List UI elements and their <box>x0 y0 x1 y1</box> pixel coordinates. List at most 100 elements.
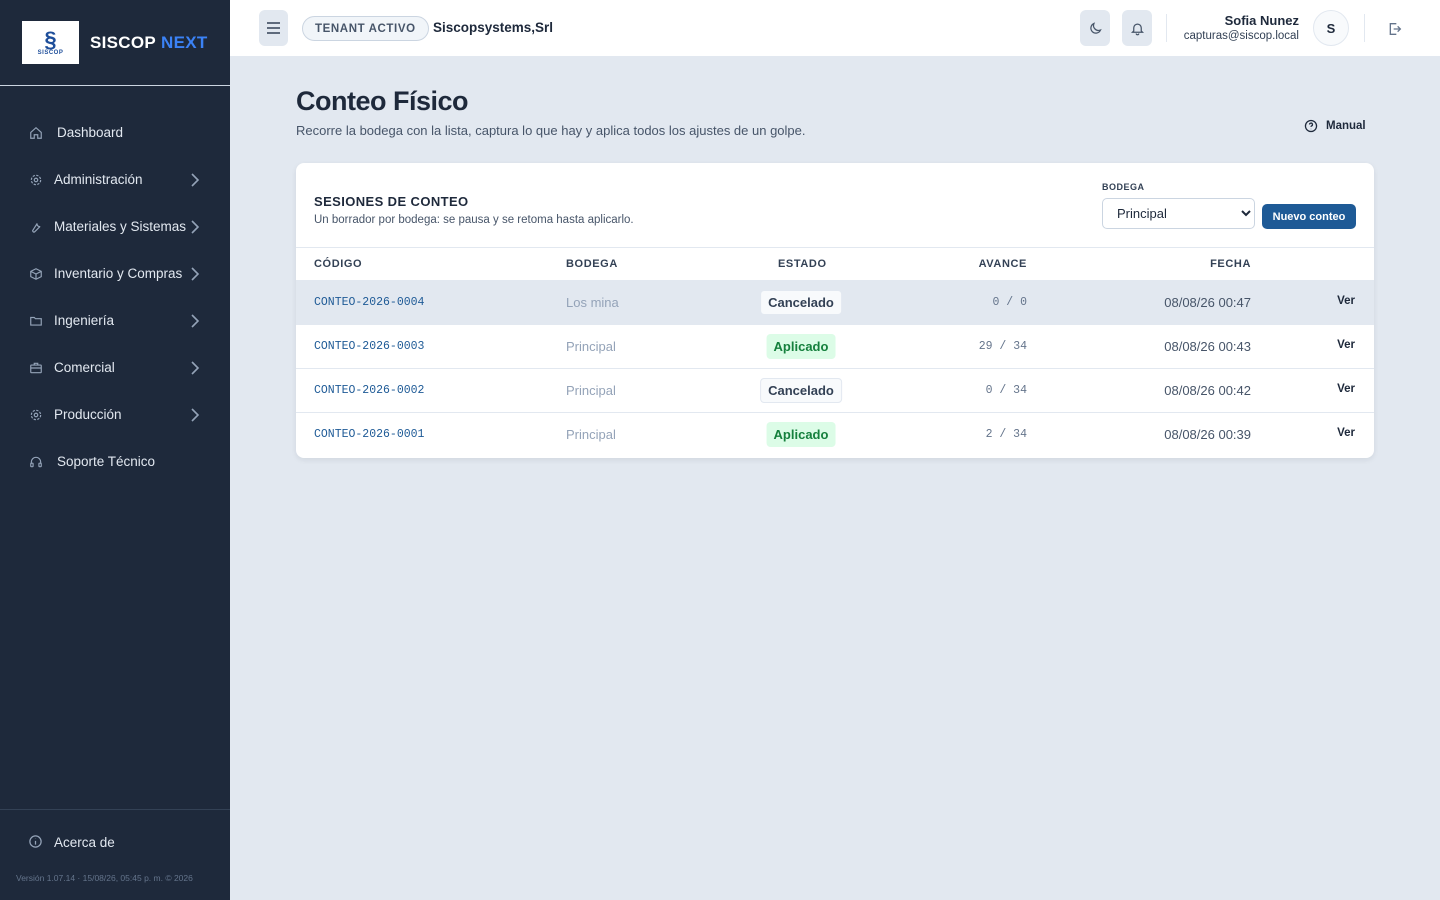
manual-button[interactable]: Manual <box>1304 119 1366 133</box>
column-header-bodega[interactable]: BODEGA <box>566 258 618 270</box>
session-code-link[interactable]: CONTEO-2026-0001 <box>314 428 424 441</box>
page-subtitle: Recorre la bodega con la lista, captura … <box>296 123 806 138</box>
sidebar-item-materiales[interactable]: Materiales y Sistemas <box>0 203 230 250</box>
sidebar-item-label: Soporte Técnico <box>57 454 156 469</box>
sessions-table-body: CONTEO-2026-0004 Los mina Cancelado 0 / … <box>296 281 1374 457</box>
info-icon <box>28 834 44 850</box>
tenant-badge: TENANT ACTIVO <box>302 16 429 41</box>
sidebar-nav: Dashboard Administración Materiales y Si… <box>0 86 230 485</box>
page-title: Conteo Físico <box>296 86 469 116</box>
avatar[interactable]: S <box>1313 10 1349 46</box>
bodega-filter-label: BODEGA <box>1102 182 1145 192</box>
cell-bodega: Principal <box>566 427 616 442</box>
divider <box>1166 14 1167 42</box>
column-header-avance[interactable]: AVANCE <box>979 258 1027 270</box>
brand-name-main: SISCOP <box>90 32 157 52</box>
user-name: Sofia Nunez <box>1224 13 1299 28</box>
table-row[interactable]: CONTEO-2026-0001 Principal Aplicado 2 / … <box>296 413 1374 457</box>
sidebar-item-label: Dashboard <box>57 125 124 140</box>
cell-fecha: 08/08/26 00:42 <box>1164 383 1251 398</box>
chevron-right-icon <box>191 408 200 422</box>
column-header-code[interactable]: CÓDIGO <box>314 258 362 270</box>
box-icon <box>28 266 44 282</box>
session-code-link[interactable]: CONTEO-2026-0003 <box>314 340 424 353</box>
cell-fecha: 08/08/26 00:39 <box>1164 427 1251 442</box>
table-row[interactable]: CONTEO-2026-0003 Principal Aplicado 29 /… <box>296 325 1374 369</box>
cell-bodega: Los mina <box>566 295 619 310</box>
sessions-card: SESIONES DE CONTEO Un borrador por bodeg… <box>296 163 1374 458</box>
column-header-estado[interactable]: ESTADO <box>778 258 827 270</box>
company-logo: § SISCOP <box>22 21 79 64</box>
tenant-name: Siscopsystems,Srl <box>433 20 554 35</box>
headset-icon <box>28 454 44 470</box>
chevron-right-icon <box>191 314 200 328</box>
sidebar-item-ingenieria[interactable]: Ingeniería <box>0 297 230 344</box>
view-link[interactable]: Ver <box>1337 339 1355 351</box>
gear-icon <box>28 407 44 423</box>
sidebar-item-about[interactable]: Acerca de <box>0 834 230 850</box>
status-badge: Aplicado <box>766 422 836 447</box>
cell-avance: 0 / 0 <box>992 296 1027 309</box>
column-header-fecha[interactable]: FECHA <box>1210 258 1251 270</box>
sidebar-item-label: Comercial <box>54 360 115 375</box>
table-row[interactable]: CONTEO-2026-0004 Los mina Cancelado 0 / … <box>296 281 1374 325</box>
logout-icon <box>1389 23 1402 35</box>
status-badge: Cancelado <box>760 290 842 315</box>
sidebar-item-label: Inventario y Compras <box>54 266 183 281</box>
sidebar-footer: Acerca de Versión 1.07.14 · 15/08/26, 05… <box>0 809 230 900</box>
brand[interactable]: § SISCOP SISCOP NEXT <box>0 0 230 86</box>
hamburger-icon <box>267 22 280 34</box>
cell-avance: 29 / 34 <box>978 340 1027 353</box>
sidebar-item-label: Materiales y Sistemas <box>54 219 187 234</box>
moon-icon <box>1089 21 1102 34</box>
session-code-link[interactable]: CONTEO-2026-0002 <box>314 384 424 397</box>
logout-button[interactable] <box>1384 18 1406 40</box>
status-badge: Aplicado <box>766 334 836 359</box>
wrench-icon <box>28 219 44 235</box>
bell-icon <box>1130 23 1144 35</box>
version-text: Versión 1.07.14 · 15/08/26, 05:45 p. m. … <box>16 873 193 883</box>
view-link[interactable]: Ver <box>1337 383 1355 395</box>
manual-label: Manual <box>1326 120 1366 132</box>
brand-name: SISCOP NEXT <box>90 33 208 53</box>
sidebar-item-label: Producción <box>54 407 122 422</box>
logo-text: SISCOP <box>37 49 64 56</box>
sidebar-item-soporte[interactable]: Soporte Técnico <box>0 438 230 485</box>
topbar: TENANT ACTIVO Siscopsystems,Srl Sofia Nu… <box>230 0 1440 57</box>
sidebar-item-produccion[interactable]: Producción <box>0 391 230 438</box>
session-code-link[interactable]: CONTEO-2026-0004 <box>314 296 424 309</box>
view-link[interactable]: Ver <box>1337 295 1355 307</box>
user-info: Sofia Nunez capturas@siscop.local <box>1184 13 1299 42</box>
user-email: capturas@siscop.local <box>1183 30 1299 42</box>
sessions-subtitle: Un borrador por bodega: se pausa y se re… <box>314 214 634 226</box>
menu-toggle-button[interactable] <box>259 10 288 46</box>
view-link[interactable]: Ver <box>1337 427 1355 439</box>
table-row[interactable]: CONTEO-2026-0002 Principal Cancelado 0 /… <box>296 369 1374 413</box>
notifications-button[interactable] <box>1122 10 1152 46</box>
cell-fecha: 08/08/26 00:47 <box>1164 295 1251 310</box>
gear-icon <box>28 172 44 188</box>
sidebar-item-inventario[interactable]: Inventario y Compras <box>0 250 230 297</box>
sidebar-item-administracion[interactable]: Administración <box>0 156 230 203</box>
cell-fecha: 08/08/26 00:43 <box>1164 339 1251 354</box>
sidebar: § SISCOP SISCOP NEXT Dashboard Administra… <box>0 0 230 900</box>
brand-name-accent: NEXT <box>161 32 208 52</box>
divider <box>1364 14 1365 42</box>
new-count-button[interactable]: Nuevo conteo <box>1262 204 1356 229</box>
briefcase-icon <box>28 360 44 376</box>
sidebar-item-label: Administración <box>54 172 143 187</box>
folder-icon <box>28 313 44 329</box>
sessions-title: SESIONES DE CONTEO <box>314 194 469 209</box>
theme-toggle-button[interactable] <box>1080 10 1110 46</box>
cell-bodega: Principal <box>566 339 616 354</box>
sidebar-item-comercial[interactable]: Comercial <box>0 344 230 391</box>
sidebar-item-dashboard[interactable]: Dashboard <box>0 109 230 156</box>
cell-avance: 0 / 34 <box>985 384 1027 397</box>
chevron-right-icon <box>191 220 200 234</box>
chevron-right-icon <box>191 173 200 187</box>
home-icon <box>28 125 44 141</box>
cell-avance: 2 / 34 <box>985 428 1027 441</box>
bodega-select[interactable]: Principal <box>1102 198 1255 229</box>
logo-mark-icon: § <box>44 26 57 52</box>
sidebar-item-label: Ingeniería <box>54 313 115 328</box>
